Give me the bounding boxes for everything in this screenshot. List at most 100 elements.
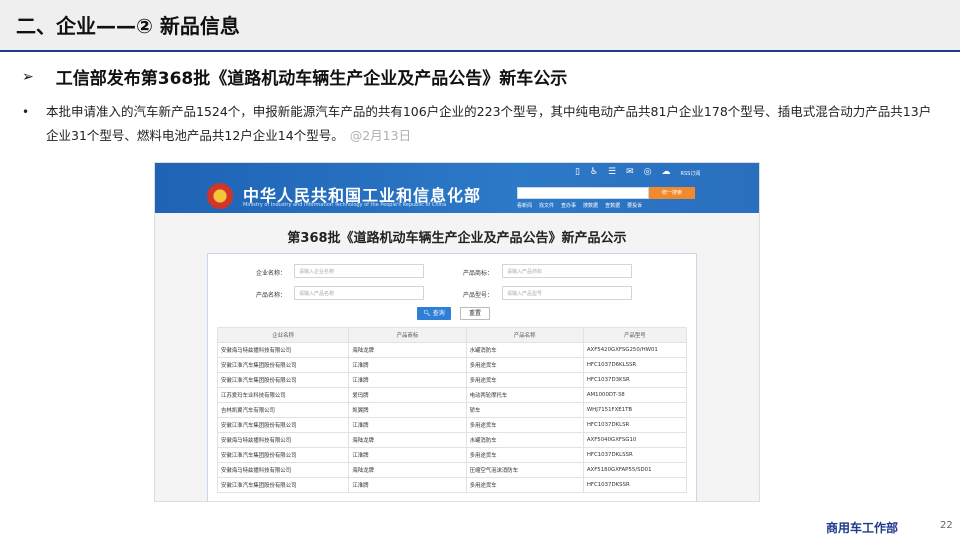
table-row[interactable]: 安徽江淮汽车集团股份有限公司 江淮牌 多用途货车 HFC1037D3KSR: [216, 372, 688, 388]
brand-cell: 海陆龙牌: [348, 432, 467, 448]
rss-link[interactable]: RSS订阅: [681, 170, 701, 177]
table-row[interactable]: 安徽江淮汽车集团股份有限公司 江淮牌 多用途货车 HFC1037DKSSR: [216, 477, 688, 493]
product-cell: 轿车: [465, 402, 584, 418]
column-header: 产品商标: [348, 327, 467, 343]
model-cell: AXF5040GXFSG10: [582, 432, 688, 448]
model-cell: AXF5420GXFSG250/HW01: [582, 342, 688, 358]
table-row[interactable]: 安徽海马特兹播科技有限公司 海陆龙牌 水罐消防车 AXF5420GXFSG250/HW…: [216, 342, 688, 358]
model-cell: AM1000DT-38: [582, 387, 688, 403]
brand-cell: 江淮牌: [348, 357, 467, 373]
bullet-text: 本批申请准入的汽车新产品1524个，申报新能源汽车产品的共有106户企业的223…: [46, 100, 940, 148]
headline: ➢ 工信部发布第368批《道路机动车辆生产企业及产品公告》新车公示: [22, 64, 568, 90]
model-cell: HFC1037DKLSSR: [582, 447, 688, 463]
company-cell: 安徽江淮汽车集团股份有限公司: [216, 357, 350, 373]
brand-cell: 江淮牌: [348, 477, 467, 493]
table-row[interactable]: 吉林凯翼汽车有限公司 凯翼牌 轿车 WHJ7151FXE1TB: [216, 402, 688, 418]
footer-brand: 商用车工作部: [826, 521, 899, 535]
product-cell: 多用途货车: [465, 477, 584, 493]
product-cell: 电动两轮摩托车: [465, 387, 584, 403]
query-panel: 企业名称： 请输入企业名称 产品商标： 请输入产品商标 产品名称： 请输入产品名…: [207, 253, 697, 501]
brand-cell: 海陆龙牌: [348, 462, 467, 478]
site-search-button[interactable]: 统一搜索: [649, 187, 695, 199]
brand-cell: 爱玛牌: [348, 387, 467, 403]
model-cell: HFC1037DKSSR: [582, 477, 688, 493]
miit-header: 中华人民共和国工业和信息化部 Ministry of Industry and …: [155, 163, 759, 213]
model-cell: HFC1037D6KLSSR: [582, 357, 688, 373]
search-icon: 🔍︎: [423, 310, 431, 317]
company-cell: 安徽江淮汽车集团股份有限公司: [216, 372, 350, 388]
brand-cell: 江淮牌: [348, 447, 467, 463]
column-header: 企业名称: [216, 327, 350, 343]
bullet-item: • 本批申请准入的汽车新产品1524个，申报新能源汽车产品的共有106户企业的2…: [22, 100, 940, 148]
model-cell: HFC1037DKLSR: [582, 417, 688, 433]
national-emblem-icon: [207, 183, 233, 209]
company-label: 企业名称：: [256, 270, 287, 277]
product-cell: 多用途货车: [465, 372, 584, 388]
brand-input[interactable]: 请输入产品商标: [502, 264, 632, 278]
list-icon[interactable]: ☰: [608, 167, 616, 177]
table-row[interactable]: 安徽江淮汽车集团股份有限公司 江淮牌 多用途货车 HFC1037D6KLSSR: [216, 357, 688, 373]
brand-cell: 凯翼牌: [348, 402, 467, 418]
nav-item[interactable]: 搜数据: [583, 202, 598, 209]
headline-text: 工信部发布第368批《道路机动车辆生产企业及产品公告》新车公示: [55, 69, 568, 89]
title-divider: [0, 50, 960, 52]
table-row[interactable]: 安徽海马特兹播科技有限公司 海陆龙牌 水罐消防车 AXF5040GXFSG10: [216, 432, 688, 448]
nav-item[interactable]: 看新闻: [517, 202, 532, 209]
cloud-icon[interactable]: ☁: [662, 167, 671, 177]
company-input[interactable]: 请输入企业名称: [294, 264, 424, 278]
nav-item[interactable]: 要投诉: [627, 202, 642, 209]
section-title: 二、企业——② 新品信息: [16, 14, 240, 38]
site-search-input[interactable]: [517, 187, 649, 199]
table-row[interactable]: 安徽海马特兹播科技有限公司 海陆龙牌 压缩空气泡沫消防车 AXF5180GXFAP55…: [216, 462, 688, 478]
company-cell: 安徽海马特兹播科技有限公司: [216, 432, 350, 448]
column-header: 产品名称: [465, 327, 584, 343]
page-number: 22: [940, 520, 953, 531]
product-cell: 多用途货车: [465, 417, 584, 433]
company-cell: 安徽江淮汽车集团股份有限公司: [216, 477, 350, 493]
query-button-label: 查询: [432, 310, 445, 317]
model-cell: HFC1037D3KSR: [582, 372, 688, 388]
miit-site-subtitle: Ministry of Industry and Information Tec…: [243, 202, 447, 208]
brand-cell: 江淮牌: [348, 372, 467, 388]
product-cell: 水罐消防车: [465, 432, 584, 448]
arrow-bullet-icon: ➢: [22, 68, 34, 85]
header-icon-group: ▯ ♿ ☰ ✉ ◎ ☁ RSS订阅: [575, 167, 700, 177]
query-button[interactable]: 🔍︎ 查询: [417, 307, 451, 320]
brand-label: 产品商标：: [463, 270, 494, 277]
nav-item[interactable]: 查数据: [605, 202, 620, 209]
header-nav: 看新闻 找文件 查办事 搜数据 查数据 要投诉: [517, 202, 642, 209]
company-cell: 安徽江淮汽车集团股份有限公司: [216, 447, 350, 463]
nav-item[interactable]: 找文件: [539, 202, 554, 209]
announcement-heading: 第368批《道路机动车辆生产企业及产品公告》新产品公示: [287, 231, 627, 246]
company-cell: 安徽海马特兹播科技有限公司: [216, 342, 350, 358]
table-row[interactable]: 安徽江淮汽车集团股份有限公司 江淮牌 多用途货车 HFC1037DKLSR: [216, 417, 688, 433]
table-row[interactable]: 安徽江淮汽车集团股份有限公司 江淮牌 多用途货车 HFC1037DKLSSR: [216, 447, 688, 463]
title-bar: 二、企业——② 新品信息: [0, 0, 960, 52]
product-label: 产品名称：: [256, 292, 287, 299]
table-row[interactable]: 江苏爱玛车业科技有限公司 爱玛牌 电动两轮摩托车 AM1000DT-38: [216, 387, 688, 403]
product-table: 企业名称 产品商标 产品名称 产品型号 安徽海马特兹播科技有限公司 海陆龙牌 水罐消…: [216, 327, 688, 493]
bullet-dot-icon: •: [22, 105, 30, 119]
product-cell: 水罐消防车: [465, 342, 584, 358]
mail-icon[interactable]: ✉: [626, 167, 634, 177]
bullet-date: @2月13日: [349, 128, 412, 143]
table-header-row: 企业名称 产品商标 产品名称 产品型号: [216, 327, 688, 343]
company-cell: 安徽海马特兹播科技有限公司: [216, 462, 350, 478]
model-label: 产品型号：: [463, 292, 494, 299]
model-input[interactable]: 请输入产品型号: [502, 286, 632, 300]
company-cell: 江苏爱玛车业科技有限公司: [216, 387, 350, 403]
mobile-icon[interactable]: ▯: [575, 167, 580, 177]
model-cell: AXF5180GXFAP55/SD01: [582, 462, 688, 478]
product-cell: 多用途货车: [465, 357, 584, 373]
product-input[interactable]: 请输入产品名称: [294, 286, 424, 300]
company-cell: 吉林凯翼汽车有限公司: [216, 402, 350, 418]
reset-button[interactable]: 重置: [460, 307, 490, 320]
company-cell: 安徽江淮汽车集团股份有限公司: [216, 417, 350, 433]
brand-cell: 江淮牌: [348, 417, 467, 433]
nav-item[interactable]: 查办事: [561, 202, 576, 209]
model-cell: WHJ7151FXE1TB: [582, 402, 688, 418]
miit-screenshot: 中华人民共和国工业和信息化部 Ministry of Industry and …: [155, 163, 759, 501]
accessibility-icon[interactable]: ♿: [590, 167, 598, 177]
weibo-icon[interactable]: ◎: [644, 167, 652, 177]
product-cell: 多用途货车: [465, 447, 584, 463]
